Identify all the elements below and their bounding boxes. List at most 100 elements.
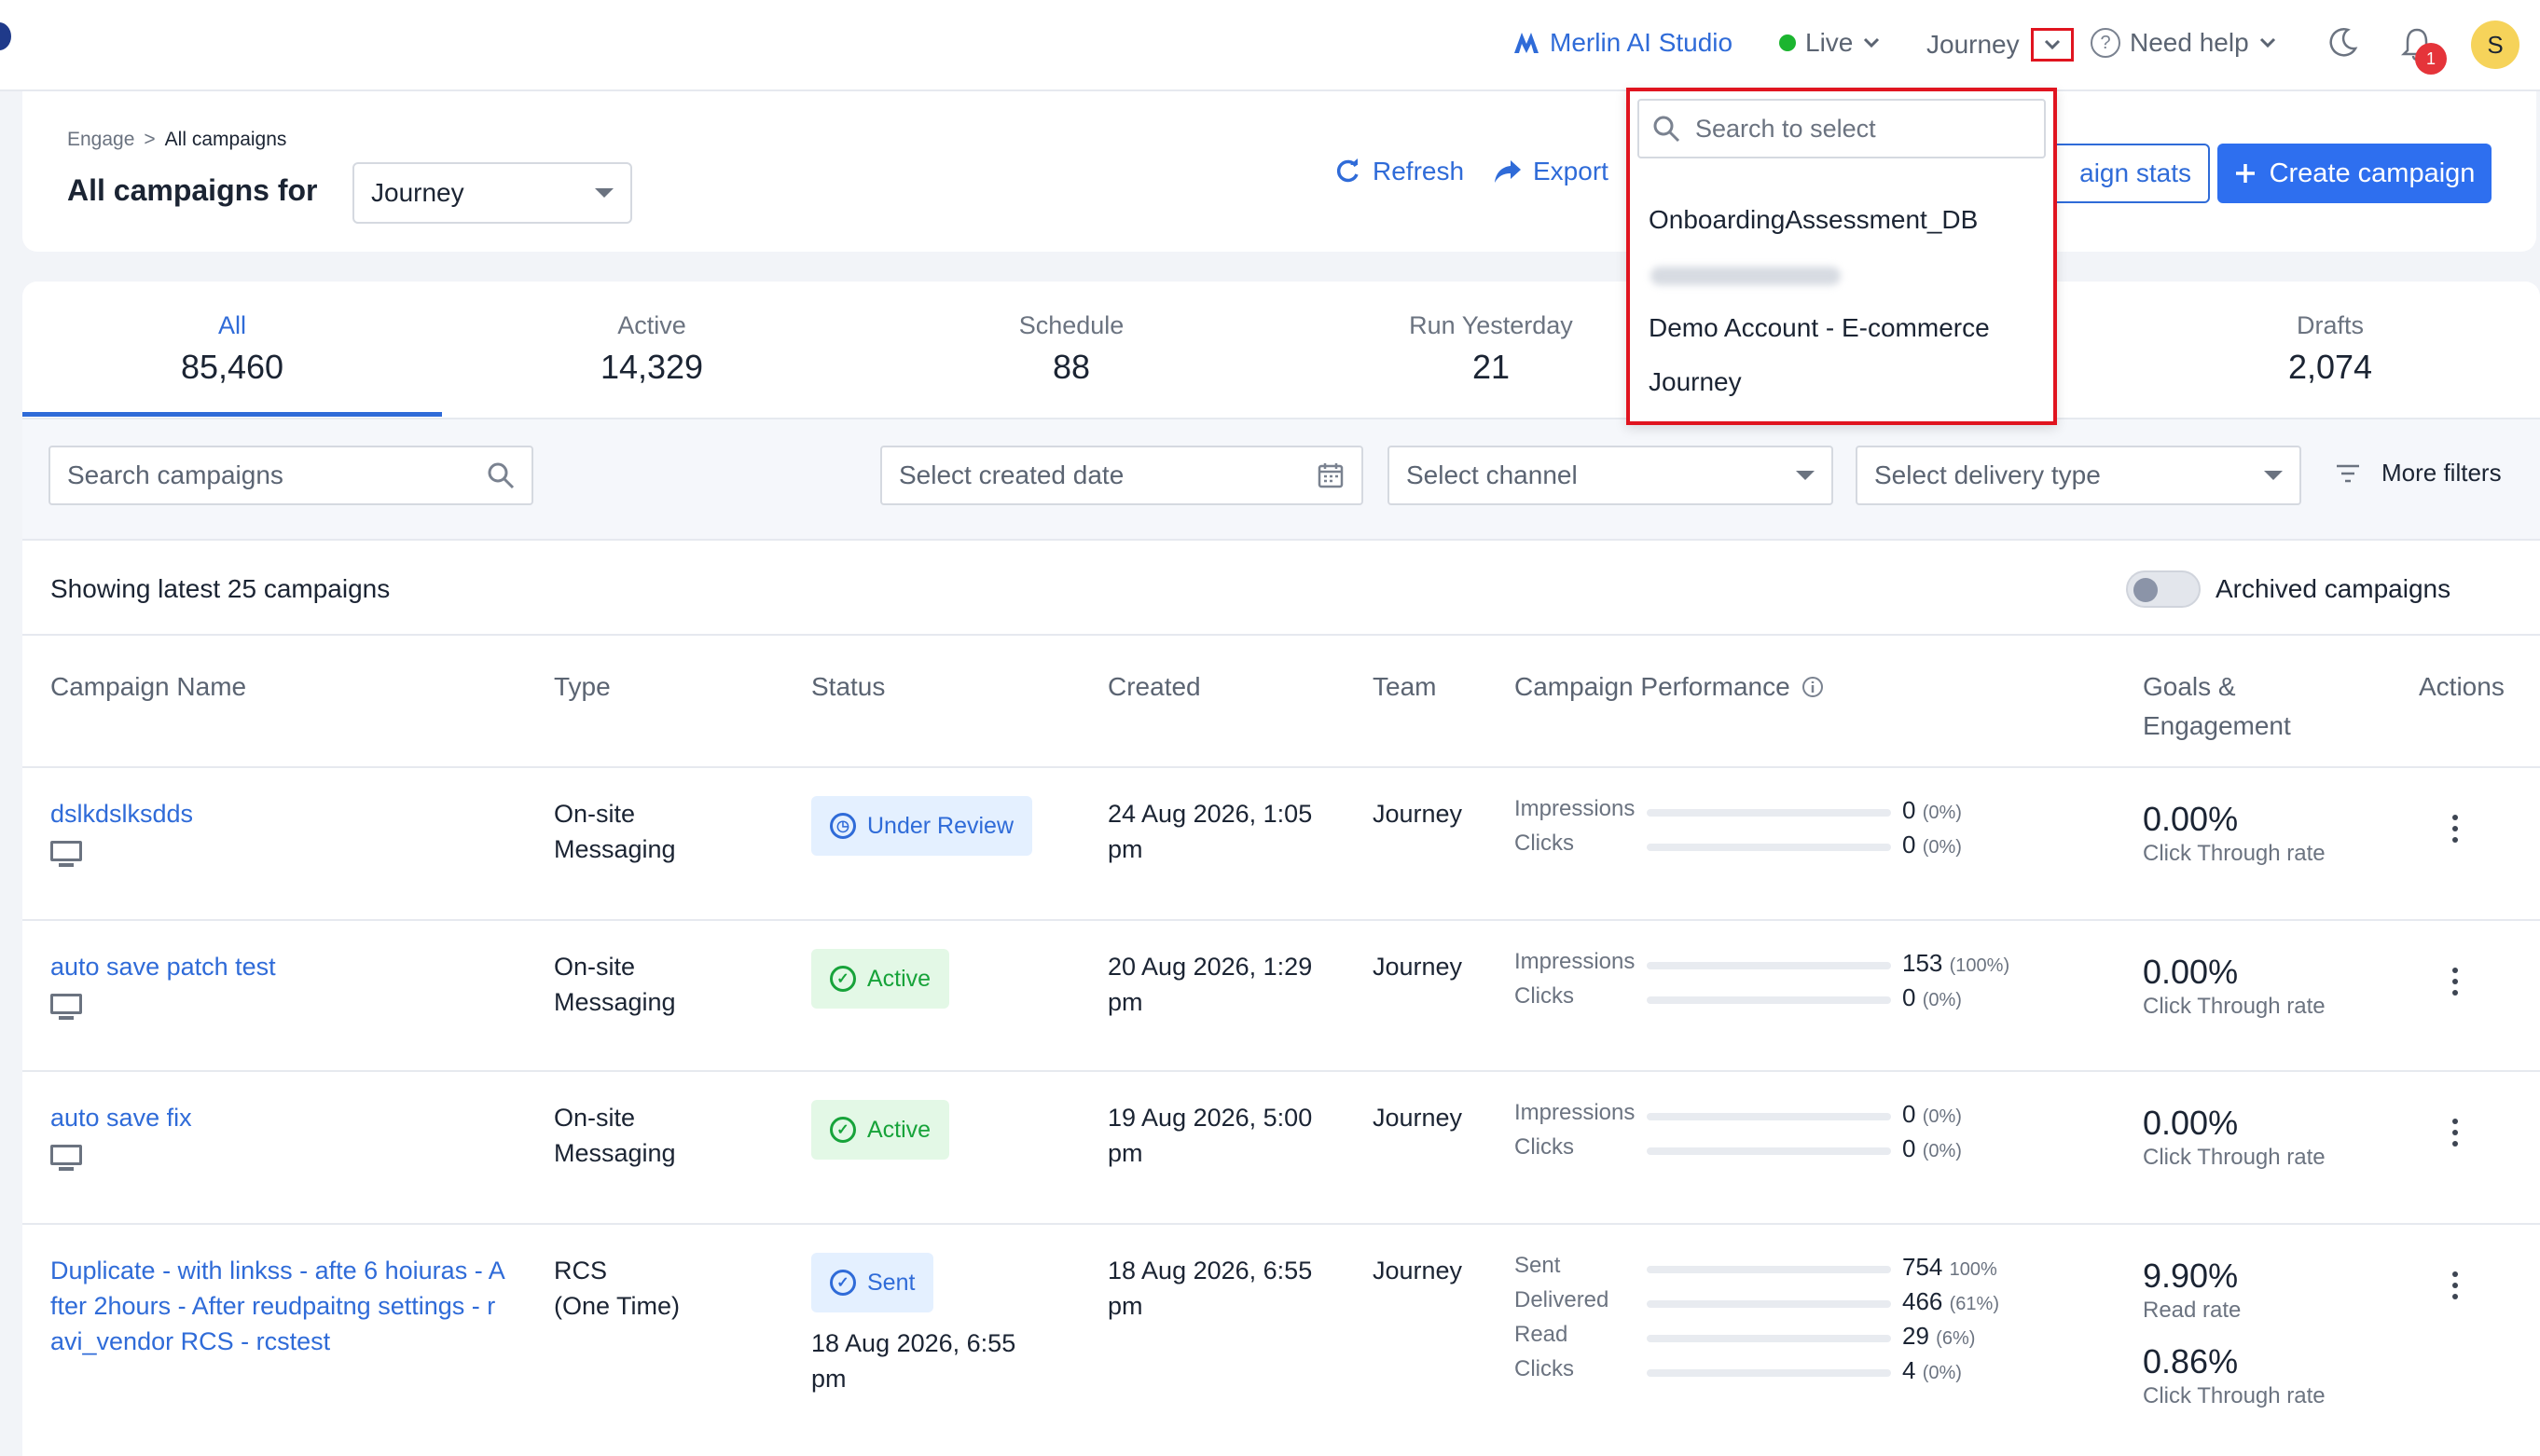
metric-label: Clicks	[1514, 1134, 1574, 1160]
tab-drafts[interactable]: Drafts 2,074	[2120, 282, 2540, 416]
more-filters-label: More filters	[2381, 459, 2502, 487]
account-switcher[interactable]: Journey	[1926, 28, 2074, 62]
app-logo[interactable]	[0, 22, 11, 50]
archived-label: Archived campaigns	[2216, 574, 2451, 603]
perf-metric: Delivered 466 (61%)	[1514, 1287, 2074, 1322]
tab-count: 14,329	[600, 348, 704, 386]
desktop-icon	[50, 994, 82, 1022]
metric-value: 153 (100%)	[1902, 949, 2010, 977]
chevron-down-icon	[1864, 37, 1880, 48]
team-name: Journey	[1373, 953, 1463, 981]
account-select[interactable]: Journey	[352, 162, 632, 224]
need-help-menu[interactable]: ? Need help	[2091, 28, 2277, 58]
perf-metric: Impressions 0 (0%)	[1514, 796, 2074, 831]
export-button[interactable]: Export	[1494, 157, 1608, 186]
metric-value: 0 (0%)	[1902, 1100, 1962, 1128]
created-line1: 24 Aug 2026, 1:05	[1108, 800, 1313, 828]
search-campaigns-input[interactable]: Search campaigns	[48, 446, 533, 505]
created-line2: pm	[1108, 1292, 1143, 1320]
table-row: auto save fix On-site Messaging ✓ Active…	[22, 1072, 2540, 1225]
sent-date-line2: pm	[811, 1365, 847, 1393]
refresh-label: Refresh	[1373, 157, 1465, 185]
refresh-button[interactable]: Refresh	[1333, 157, 1464, 186]
metric-label: Delivered	[1514, 1287, 1609, 1312]
metric-label: Impressions	[1514, 1100, 1636, 1125]
goal-value: 0.00%	[2143, 800, 2239, 838]
more-filters-button[interactable]: More filters	[2335, 459, 2502, 488]
breadcrumb-engage[interactable]: Engage	[67, 129, 134, 151]
table-header: Campaign Name Type Status Created Team C…	[22, 636, 2540, 768]
sent-date: 18 Aug 2026, 6:55 pm	[811, 1326, 1015, 1396]
tab-active[interactable]: Active 14,329	[442, 282, 862, 416]
campaign-name-link[interactable]: Duplicate - with linkss - afte 6 hoiuras…	[50, 1253, 505, 1359]
status-label: Sent	[867, 1269, 916, 1296]
type-line1: RCS	[554, 1257, 608, 1284]
team-name: Journey	[1373, 800, 1463, 828]
filter-icon	[2337, 464, 2359, 482]
tab-label: All	[217, 311, 246, 339]
dropdown-option[interactable]: OnboardingAssessment_DB	[1649, 205, 1978, 235]
check-circle-icon: ✓	[830, 1270, 856, 1296]
row-actions-menu[interactable]	[2452, 968, 2460, 1001]
row-actions-menu[interactable]	[2452, 815, 2460, 848]
caret-down-icon	[1796, 471, 1815, 480]
live-environment-selector[interactable]: Live	[1779, 28, 1881, 58]
metric-bar	[1647, 1369, 1891, 1377]
campaign-type: On-site Messaging	[554, 949, 676, 1020]
perf-metric: Clicks 0 (0%)	[1514, 983, 2074, 1018]
notifications-button[interactable]: 1	[2400, 26, 2447, 75]
toggle-knob	[2133, 578, 2158, 602]
breadcrumb-separator: >	[144, 129, 156, 150]
live-status-dot	[1779, 34, 1796, 51]
row-actions-menu[interactable]	[2452, 1271, 2460, 1305]
performance-header-label: Campaign Performance	[1514, 672, 1790, 701]
created-line2: pm	[1108, 1139, 1143, 1167]
dropdown-option[interactable]: Journey	[1649, 367, 1742, 397]
live-label: Live	[1805, 28, 1854, 57]
info-icon[interactable]	[1801, 676, 1824, 698]
metric-bar	[1647, 809, 1891, 817]
date-placeholder: Select created date	[899, 460, 1125, 489]
status-tabs: All 85,460 Active 14,329 Schedule 88 Run…	[22, 282, 2540, 417]
metric-value: 0 (0%)	[1902, 983, 1962, 1011]
type-line1: On-site	[554, 800, 636, 828]
tab-all[interactable]: All 85,460	[22, 282, 442, 416]
dropdown-option[interactable]: Demo Account - E-commerce	[1649, 313, 1990, 343]
column-team: Team	[1373, 672, 1437, 701]
campaign-name-line3: avi_vendor RCS - rcstest	[50, 1327, 331, 1355]
campaign-name-link[interactable]: auto save patch test	[50, 949, 276, 984]
refresh-icon	[1336, 158, 1359, 183]
user-avatar[interactable]: S	[2471, 21, 2519, 69]
status-badge: ✓ Active	[811, 1100, 950, 1160]
account-dropdown-toggle[interactable]	[2030, 28, 2074, 62]
perf-metric: Sent 754 100%	[1514, 1253, 2074, 1287]
dropdown-search-input[interactable]: Search to select	[1637, 99, 2046, 158]
goals-header-line1: Goals &	[2143, 672, 2236, 701]
archived-toggle[interactable]	[2126, 570, 2201, 608]
campaign-name-link[interactable]: dslkdslksdds	[50, 796, 193, 831]
column-status: Status	[811, 672, 886, 701]
created-line1: 19 Aug 2026, 5:00	[1108, 1104, 1313, 1132]
row-actions-menu[interactable]	[2452, 1119, 2460, 1152]
dark-mode-toggle[interactable]	[2327, 26, 2359, 58]
created-date-picker[interactable]: Select created date	[880, 446, 1363, 505]
perf-metric: Clicks 4 (0%)	[1514, 1356, 2074, 1391]
merlin-ai-studio-link[interactable]: Merlin AI Studio	[1512, 28, 1732, 58]
share-arrow-icon	[1495, 160, 1521, 183]
campaign-name-link[interactable]: auto save fix	[50, 1100, 192, 1135]
account-label: Journey	[1926, 30, 2020, 59]
merlin-label: Merlin AI Studio	[1550, 28, 1733, 57]
perf-metric: Impressions 153 (100%)	[1514, 949, 2074, 983]
type-line2: Messaging	[554, 835, 676, 863]
tab-label: Schedule	[1018, 311, 1125, 339]
tab-schedule[interactable]: Schedule 88	[862, 282, 1281, 416]
dropdown-option-redacted[interactable]	[1650, 267, 1841, 285]
channel-select[interactable]: Select channel	[1387, 446, 1833, 505]
search-icon	[1653, 116, 1680, 143]
column-created: Created	[1108, 672, 1201, 701]
account-dropdown: Search to select OnboardingAssessment_DB…	[1626, 88, 2057, 425]
metric-value: 0 (0%)	[1902, 796, 1962, 824]
delivery-type-select[interactable]: Select delivery type	[1856, 446, 2301, 505]
caret-down-icon	[595, 188, 614, 198]
create-campaign-button[interactable]: Create campaign	[2217, 144, 2492, 203]
